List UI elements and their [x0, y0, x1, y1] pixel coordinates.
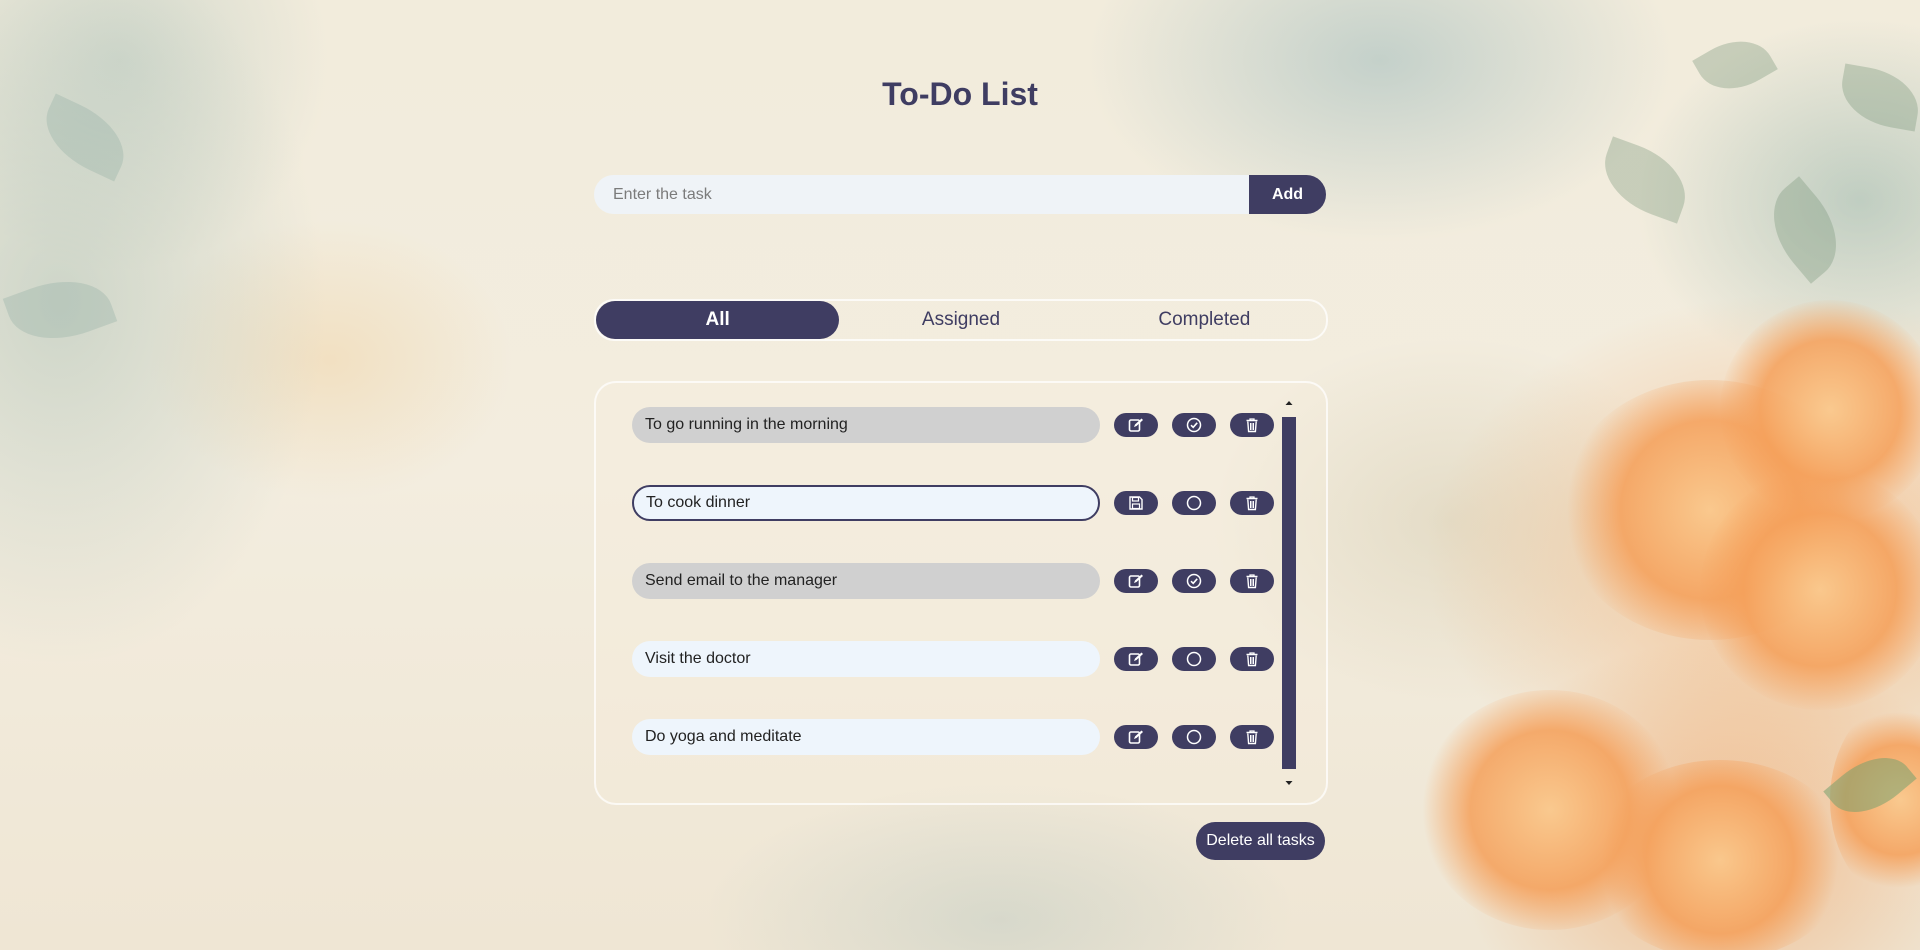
scrollbar-thumb[interactable] [1282, 417, 1296, 769]
task-text[interactable]: Send email to the manager [632, 563, 1100, 599]
edit-icon [1128, 573, 1144, 589]
tab-all[interactable]: All [596, 301, 840, 339]
tab-completed[interactable]: Completed [1083, 301, 1326, 339]
delete-button[interactable] [1230, 413, 1274, 437]
delete-button[interactable] [1230, 725, 1274, 749]
trash-icon [1244, 651, 1260, 667]
page-title: To-Do List [882, 76, 1038, 112]
save-icon [1128, 495, 1144, 511]
filter-tabs: All Assigned Completed [594, 299, 1328, 341]
list-item: Visit the doctor [632, 641, 1274, 677]
task-text[interactable]: To go running in the morning [632, 407, 1100, 443]
trash-icon [1244, 729, 1260, 745]
list-item: Send email to the manager [632, 563, 1274, 599]
task-edit-field[interactable]: To cook dinner [632, 485, 1100, 521]
list-item: To cook dinner [632, 485, 1274, 521]
edit-icon [1128, 417, 1144, 433]
task-text[interactable]: Do yoga and meditate [632, 719, 1100, 755]
circle-icon [1186, 495, 1202, 511]
circle-icon [1186, 651, 1202, 667]
delete-button[interactable] [1230, 569, 1274, 593]
delete-button[interactable] [1230, 647, 1274, 671]
edit-button[interactable] [1114, 725, 1158, 749]
check-circle-icon [1186, 573, 1202, 589]
trash-icon [1244, 417, 1260, 433]
delete-all-button[interactable]: Delete all tasks [1196, 822, 1325, 860]
edit-icon [1128, 729, 1144, 745]
complete-toggle-button[interactable] [1172, 491, 1216, 515]
task-text[interactable]: Visit the doctor [632, 641, 1100, 677]
edit-button[interactable] [1114, 569, 1158, 593]
trash-icon [1244, 495, 1260, 511]
scroll-down-arrow-icon[interactable] [1282, 777, 1296, 789]
complete-toggle-button[interactable] [1172, 413, 1216, 437]
complete-toggle-button[interactable] [1172, 647, 1216, 671]
list-item: Do yoga and meditate [632, 719, 1274, 755]
trash-icon [1244, 573, 1260, 589]
task-list: To go running in the morning To cook din… [594, 381, 1328, 805]
add-task-form: Add [594, 175, 1326, 214]
edit-button[interactable] [1114, 413, 1158, 437]
save-button[interactable] [1114, 491, 1158, 515]
complete-toggle-button[interactable] [1172, 725, 1216, 749]
todo-app: To-Do List Add All Assigned Completed To… [0, 0, 1920, 950]
list-item: To go running in the morning [632, 407, 1274, 443]
add-button[interactable]: Add [1249, 175, 1326, 214]
delete-button[interactable] [1230, 491, 1274, 515]
task-input[interactable] [594, 175, 1249, 214]
check-circle-icon [1186, 417, 1202, 433]
edit-icon [1128, 651, 1144, 667]
circle-icon [1186, 729, 1202, 745]
complete-toggle-button[interactable] [1172, 569, 1216, 593]
edit-button[interactable] [1114, 647, 1158, 671]
tab-assigned[interactable]: Assigned [839, 301, 1082, 339]
scroll-up-arrow-icon[interactable] [1282, 397, 1296, 409]
task-list-scrollbar[interactable] [1282, 397, 1296, 789]
